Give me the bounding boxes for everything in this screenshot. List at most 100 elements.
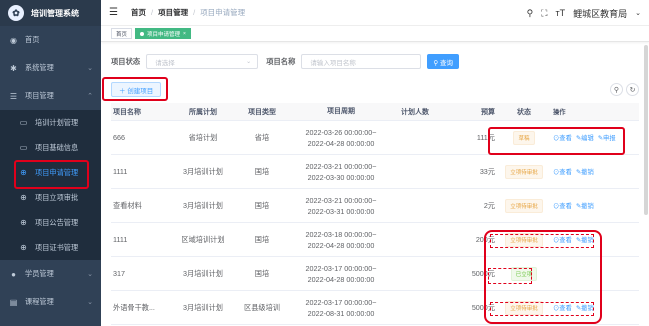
- close-icon[interactable]: ×: [183, 31, 186, 37]
- plan-name: 3月培训计划: [183, 268, 223, 278]
- revoke-button[interactable]: ✎撤销: [576, 203, 594, 210]
- chevron-down-icon: ⌄: [87, 65, 93, 72]
- row-actions: ⊙查看 ✎撤销: [549, 201, 639, 210]
- sidebar-item-label: 项目基础信息: [35, 142, 79, 152]
- user-name[interactable]: 鲤城区教育局: [573, 7, 627, 20]
- tag-label: 项目申请管理: [147, 31, 181, 38]
- monitor-icon: ▭: [19, 118, 28, 127]
- project-type: 区县级培训: [244, 302, 280, 312]
- project-type: 省培: [254, 132, 270, 142]
- sidebar-item-project-info[interactable]: ▭ 项目基础信息: [0, 135, 101, 160]
- sidebar-item-label: 项目证书管理: [35, 242, 79, 252]
- sidebar-item-label: 首页: [25, 35, 40, 44]
- period-end: 2022-04-28 00:00:00: [307, 138, 375, 148]
- status-label: 项目状态: [111, 56, 141, 66]
- sidebar-item-label: 学员管理: [25, 269, 54, 278]
- plan-name: 3月培训计划: [183, 200, 223, 210]
- app-title: 培训管理系统: [31, 8, 79, 18]
- plus-circle-icon: ⊕: [20, 193, 27, 202]
- view-button[interactable]: ⊙查看: [553, 169, 572, 176]
- period-end: 2022-08-31 00:00:00: [307, 308, 375, 318]
- tag-home[interactable]: 首页: [111, 28, 133, 39]
- sidebar-item-label: 系统管理: [25, 63, 54, 72]
- refresh-icon[interactable]: ↻: [626, 83, 639, 96]
- query-button[interactable]: ⚲ 查询: [427, 54, 459, 69]
- hamburger-icon[interactable]: ☰: [109, 7, 121, 18]
- logo-icon: ✿: [8, 5, 24, 21]
- breadcrumb-project[interactable]: 项目管理: [158, 7, 188, 18]
- budget: 2元: [483, 200, 495, 210]
- project-type: 国培: [254, 234, 270, 244]
- navbar-right: ⚲ ⛶ ᴛT 鲤城区教育局 ⌄: [527, 0, 641, 26]
- scrollbar[interactable]: [644, 45, 648, 215]
- table-row: 查看材料 3月培训计划 国培 2022-03-21 00:00:00~ 2022-03-…: [111, 189, 639, 223]
- annotation-dashed-2: [488, 268, 532, 284]
- filter-form: 项目状态 请选择 ⌄ 项目名称 请输入项目名称 ⚲ 查询: [111, 54, 459, 69]
- column-header: 所属计划: [189, 108, 217, 116]
- sidebar-item-label: 项目公告管理: [35, 217, 79, 227]
- project-name: 1111: [113, 235, 128, 244]
- name-label: 项目名称: [266, 56, 296, 66]
- period-start: 2022-03-18 00:00:00~: [305, 229, 377, 239]
- sidebar-item-project[interactable]: ☰ 项目管理 ⌃: [0, 82, 101, 110]
- project-period: 2022-03-21 00:00:00~ 2022-03-30 00:00:00: [291, 161, 391, 183]
- fullscreen-icon[interactable]: ⛶: [541, 8, 547, 19]
- annotation-dashed-3: [490, 302, 594, 316]
- chevron-down-icon: ⌄: [87, 299, 93, 306]
- project-name: 317: [113, 269, 125, 278]
- column-header: 项目周期: [327, 108, 355, 115]
- app-logo: ✿ 培训管理系统: [0, 0, 101, 26]
- chevron-up-icon: ⌃: [87, 93, 93, 100]
- status-cell: 立项待审批: [499, 198, 549, 213]
- list-icon: ☰: [9, 91, 18, 101]
- project-type: 国培: [254, 166, 270, 176]
- project-name: 666: [113, 133, 125, 142]
- period-start: 2022-03-21 00:00:00~: [305, 195, 377, 205]
- user-icon: ●: [11, 269, 16, 279]
- plan-name: 3月培训计划: [183, 302, 223, 312]
- name-input[interactable]: 请输入项目名称: [301, 54, 422, 69]
- row-actions: ⊙查看 ✎撤销: [549, 167, 639, 176]
- toolbar: ＋ 创建项目 ⚲ ↻: [111, 82, 639, 98]
- period-start: 2022-03-21 00:00:00~: [305, 161, 377, 171]
- plan-name: 3月培训计划: [183, 166, 223, 176]
- status-placeholder: 请选择: [155, 59, 175, 67]
- sidebar-item-project-cert[interactable]: ⊕ 项目证书管理: [0, 235, 101, 260]
- table-header: 项目名称 所属计划 项目类型 项目周期 计划人数 预算 状态 操作: [111, 103, 639, 121]
- plan-name: 区域培训计划: [181, 234, 225, 244]
- plus-circle-icon: ⊕: [20, 243, 27, 252]
- sidebar-item-system[interactable]: ✱ 系统管理 ⌄: [0, 54, 101, 82]
- view-button[interactable]: ⊙查看: [553, 203, 572, 210]
- sidebar-item-students[interactable]: ● 学员管理 ⌄: [0, 260, 101, 288]
- status-select[interactable]: 请选择 ⌄: [146, 54, 259, 69]
- annotation-first-row: [488, 127, 625, 155]
- project-type: 国培: [254, 268, 270, 278]
- chevron-down-icon[interactable]: ⌄: [635, 9, 641, 17]
- annotation-sidebar-item: [14, 160, 89, 189]
- breadcrumb-home[interactable]: 首页: [131, 7, 146, 18]
- column-header: 项目名称: [113, 108, 141, 116]
- project-name: 1111: [113, 167, 128, 176]
- name-placeholder: 请输入项目名称: [310, 59, 356, 67]
- font-size-icon[interactable]: ᴛT: [555, 8, 565, 18]
- revoke-button[interactable]: ✎撤销: [576, 169, 594, 176]
- search-icon[interactable]: ⚲: [610, 83, 623, 96]
- sidebar-item-courses[interactable]: ▤ 课程管理 ⌄: [0, 288, 101, 316]
- navbar: ☰ 首页 / 项目管理 / 项目申请管理 ⚲ ⛶ ᴛT 鲤城区教育局 ⌄: [101, 0, 649, 26]
- period-start: 2022-03-26 00:00:00~: [305, 127, 377, 137]
- sidebar-item-label: 培训计划管理: [35, 117, 79, 127]
- tags-view: 首页 项目申请管理 ×: [101, 26, 649, 42]
- tag-project-apply[interactable]: 项目申请管理 ×: [135, 28, 191, 39]
- breadcrumb-separator: /: [193, 8, 196, 17]
- search-icon[interactable]: ⚲: [527, 8, 534, 19]
- sidebar-item-home[interactable]: ◉ 首页: [0, 26, 101, 54]
- project-type: 国培: [254, 200, 270, 210]
- status-badge: 立项待审批: [505, 164, 543, 179]
- period-end: 2022-04-28 00:00:00: [307, 240, 375, 250]
- column-header: 项目类型: [248, 108, 276, 116]
- period-start: 2022-03-17 00:00:00~: [305, 263, 377, 273]
- sidebar-item-training-plan[interactable]: ▭ 培训计划管理: [0, 110, 101, 135]
- sidebar-item-project-notice[interactable]: ⊕ 项目公告管理: [0, 210, 101, 235]
- column-header: 操作: [553, 109, 566, 116]
- breadcrumb: 首页 / 项目管理 / 项目申请管理: [131, 7, 245, 18]
